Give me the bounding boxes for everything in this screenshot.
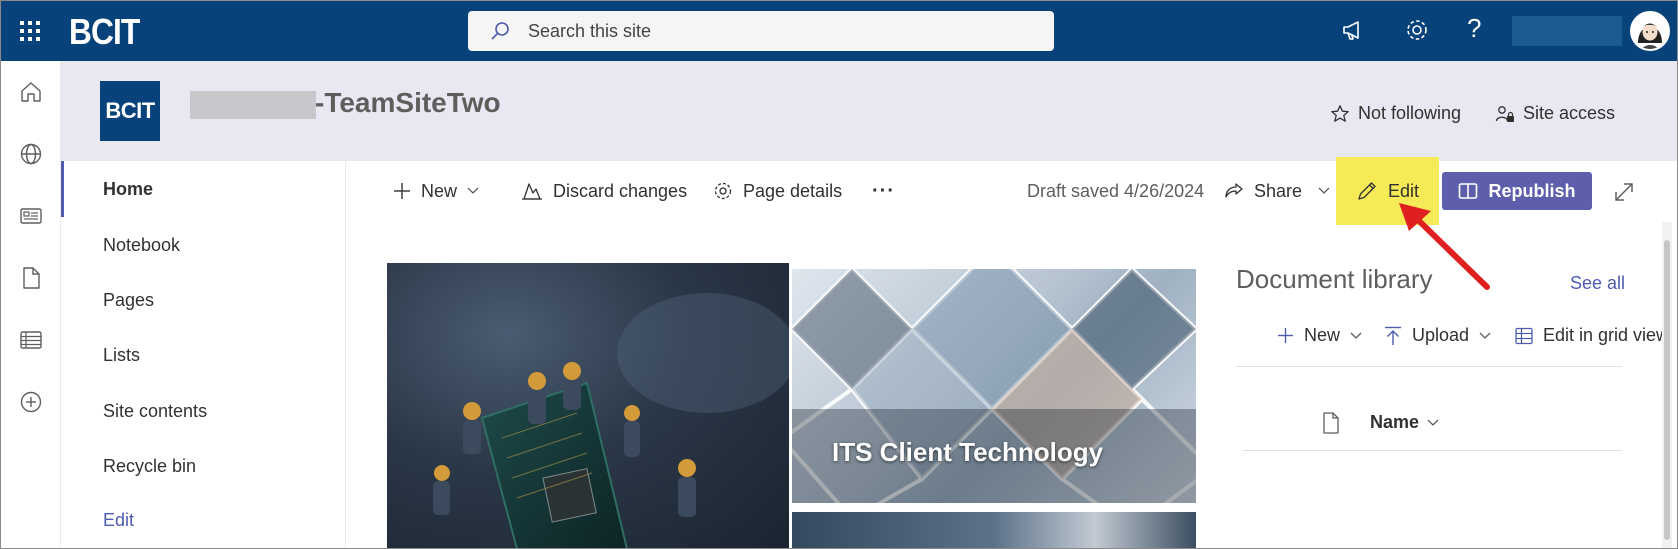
plus-icon — [394, 183, 410, 199]
file-icon[interactable] — [18, 265, 44, 291]
globe-icon[interactable] — [18, 141, 44, 167]
hero-tile-2[interactable]: ITS Client Technology — [792, 269, 1196, 503]
discard-changes-button[interactable]: Discard changes — [521, 161, 687, 221]
new-button[interactable]: New — [393, 161, 489, 221]
draft-status: Draft saved 4/26/2024 — [1027, 180, 1205, 201]
gear-icon[interactable] — [1404, 17, 1430, 43]
book-icon — [1459, 183, 1478, 199]
redacted-site-prefix — [190, 91, 316, 119]
gear-icon — [714, 182, 732, 200]
chevron-down-icon — [1479, 332, 1491, 339]
site-logo[interactable]: BCIT — [100, 81, 160, 141]
app-launcher-icon[interactable] — [18, 19, 42, 43]
discard-label: Discard changes — [553, 180, 688, 201]
nav-edit-link[interactable]: Edit — [103, 510, 134, 531]
hero-tile-1[interactable] — [387, 263, 789, 549]
nav-item-pages[interactable]: Pages — [103, 290, 154, 311]
edit-grid-view-button[interactable]: Edit in grid view — [1515, 325, 1662, 346]
edit-label: Edit — [1387, 180, 1420, 201]
file-type-icon[interactable] — [1321, 411, 1341, 435]
upload-label: Upload — [1412, 325, 1470, 345]
help-icon[interactable]: ? — [1467, 13, 1481, 44]
user-avatar[interactable] — [1630, 11, 1670, 51]
see-all-link[interactable]: See all — [1570, 273, 1625, 294]
doclib-command-divider — [1236, 366, 1622, 367]
upload-icon — [1385, 326, 1401, 345]
annotation-arrow-icon — [1399, 203, 1490, 290]
upload-button[interactable]: Upload — [1384, 325, 1501, 346]
name-column-label: Name — [1370, 412, 1420, 432]
site-access-button[interactable]: Site access — [1495, 103, 1615, 124]
nav-item-lists[interactable]: Lists — [103, 345, 140, 366]
hero-tile-caption: ITS Client Technology — [832, 437, 1104, 467]
page-scrollbar[interactable] — [1662, 222, 1672, 549]
chevron-down-icon — [1427, 419, 1439, 426]
nav-item-home[interactable]: Home — [103, 179, 153, 200]
doclib-header-divider — [1243, 450, 1622, 451]
grid-icon — [1515, 327, 1533, 344]
plus-icon — [1278, 328, 1293, 343]
doclib-new-label: New — [1304, 325, 1341, 345]
nav-selected-indicator — [61, 161, 64, 217]
circuit-board-image — [433, 293, 789, 549]
discard-icon — [522, 183, 542, 200]
create-icon[interactable] — [18, 389, 44, 415]
search-icon — [491, 22, 509, 40]
follow-button[interactable]: Not following — [1330, 103, 1461, 124]
page-details-label: Page details — [743, 180, 843, 201]
more-options-button[interactable]: ··· — [872, 161, 895, 221]
megaphone-icon[interactable] — [1340, 17, 1366, 43]
site-title[interactable]: -TeamSiteTwo — [315, 87, 501, 119]
name-column-header[interactable]: Name — [1370, 412, 1439, 433]
brand-logo[interactable]: BCIT — [69, 11, 140, 53]
edit-grid-view-label: Edit in grid view — [1543, 325, 1662, 345]
nav-item-recycle-bin[interactable]: Recycle bin — [103, 456, 196, 477]
app-bar — [0, 61, 61, 549]
scrollbar-thumb[interactable] — [1664, 240, 1670, 540]
suite-bar: BCIT ? — [0, 0, 1678, 61]
chevron-down-icon — [1318, 187, 1330, 194]
nav-item-site-contents[interactable]: Site contents — [103, 401, 207, 422]
pencil-icon — [1358, 182, 1376, 200]
home-icon[interactable] — [18, 79, 44, 105]
nav-item-notebook[interactable]: Notebook — [103, 235, 180, 256]
left-navigation: Home Notebook Pages Lists Site contents … — [61, 161, 346, 549]
people-lock-icon — [1495, 105, 1514, 122]
chevron-down-icon — [1350, 332, 1362, 339]
share-icon — [1225, 183, 1243, 198]
share-button[interactable]: Share — [1224, 161, 1340, 221]
republish-label: Republish — [1488, 180, 1576, 201]
expand-icon[interactable] — [1612, 180, 1636, 204]
site-access-label: Site access — [1523, 103, 1616, 123]
news-icon[interactable] — [18, 203, 44, 229]
search-box[interactable] — [468, 11, 1054, 51]
star-icon — [1331, 104, 1349, 122]
follow-label: Not following — [1358, 103, 1462, 123]
search-input[interactable] — [528, 19, 1028, 43]
redacted-user-name[interactable] — [1512, 16, 1622, 46]
doclib-new-button[interactable]: New — [1277, 325, 1372, 346]
chevron-down-icon — [467, 187, 479, 194]
new-label: New — [421, 180, 458, 201]
page-details-button[interactable]: Page details — [713, 161, 842, 221]
site-header: BCIT -TeamSiteTwo Not following Site acc… — [61, 61, 1678, 161]
list-icon[interactable] — [18, 327, 44, 353]
share-label: Share — [1254, 180, 1303, 201]
hero-tile-3[interactable] — [792, 512, 1196, 549]
